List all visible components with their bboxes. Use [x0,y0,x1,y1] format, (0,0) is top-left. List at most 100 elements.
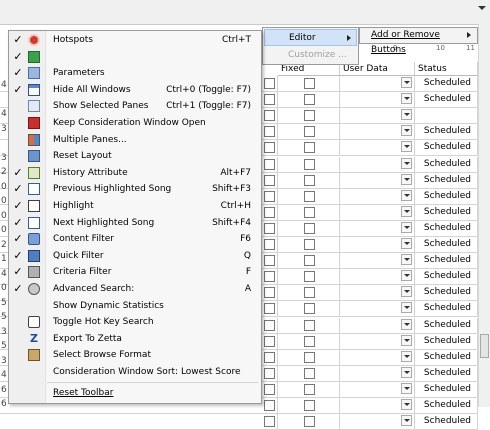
fixed-checkbox-partial[interactable] [264,255,275,267]
fixed-checkbox-partial[interactable] [264,367,275,379]
user-data-dropdown-icon[interactable] [401,350,412,362]
menu-item[interactable]: ✓ Previous Highlighted Song Shift+F3 [9,181,261,198]
fixed-checkbox[interactable] [304,400,315,411]
user-data-dropdown-icon[interactable] [401,382,412,394]
user-data-dropdown-icon[interactable] [401,109,412,121]
menu-item[interactable]: ✓ Criteria Filter F [9,264,261,281]
user-data-cell[interactable] [340,317,415,333]
fixed-checkbox-partial[interactable] [264,174,275,186]
fixed-checkbox[interactable] [304,222,315,234]
fixed-checkbox[interactable] [304,126,315,138]
user-data-dropdown-icon[interactable] [401,93,412,105]
menu-item[interactable]: Z Export To Zetta [9,331,261,348]
user-data-cell[interactable] [340,381,415,397]
fixed-checkbox[interactable] [304,239,315,250]
fixed-checkbox-partial[interactable] [264,239,275,250]
fixed-checkbox-partial[interactable] [264,287,275,299]
fixed-checkbox[interactable] [304,255,315,267]
user-data-cell[interactable] [340,285,415,301]
user-data-dropdown-icon[interactable] [401,189,412,201]
fixed-checkbox[interactable] [304,271,315,283]
fixed-checkbox-partial[interactable] [264,206,275,218]
fixed-checkbox[interactable] [304,383,315,395]
fixed-checkbox[interactable] [304,142,315,154]
user-data-cell[interactable] [340,398,415,413]
fixed-checkbox-partial[interactable] [264,319,275,331]
user-data-cell[interactable] [340,124,415,140]
user-data-cell[interactable] [340,140,415,156]
fixed-checkbox-partial[interactable] [264,142,275,154]
reset-toolbar-item[interactable]: Reset Toolbar [9,385,261,402]
user-data-cell[interactable] [340,349,415,365]
fixed-checkbox[interactable] [304,174,315,186]
user-data-dropdown-icon[interactable] [401,399,412,410]
user-data-dropdown-icon[interactable] [401,238,412,249]
user-data-dropdown-icon[interactable] [401,366,412,378]
user-data-dropdown-icon[interactable] [401,270,412,282]
fixed-checkbox[interactable] [304,367,315,379]
table-row[interactable]: Scheduled [0,414,478,430]
fixed-checkbox[interactable] [304,206,315,218]
fixed-checkbox[interactable] [304,287,315,299]
fixed-checkbox-partial[interactable] [264,351,275,363]
fixed-checkbox-partial[interactable] [264,271,275,283]
user-data-dropdown-icon[interactable] [401,254,412,266]
fixed-checkbox[interactable] [304,351,315,363]
user-data-cell[interactable] [340,301,415,317]
menu-item[interactable]: ✓ [9,49,261,66]
user-data-cell[interactable] [340,220,415,236]
fixed-checkbox[interactable] [304,190,315,202]
fixed-checkbox-partial[interactable] [264,78,275,89]
menu-item[interactable]: Select Browse Format [9,347,261,364]
fixed-checkbox-partial[interactable] [264,222,275,234]
fixed-checkbox[interactable] [304,416,315,428]
menu-item[interactable]: ✓ History Attribute Alt+F7 [9,165,261,182]
fixed-checkbox[interactable] [304,303,315,315]
user-data-cell[interactable] [340,333,415,349]
user-data-cell[interactable] [340,172,415,188]
fixed-checkbox-partial[interactable] [264,416,275,428]
user-data-cell[interactable] [340,414,415,430]
user-data-cell[interactable] [340,365,415,381]
fixed-checkbox-partial[interactable] [264,158,275,170]
fixed-checkbox[interactable] [304,78,315,89]
fixed-checkbox-partial[interactable] [264,110,275,122]
menu-item[interactable]: Show Dynamic Statistics [9,298,261,315]
menu-item[interactable]: Show Selected Panes Ctrl+1 (Toggle: F7) [9,98,261,115]
fixed-checkbox-partial[interactable] [264,94,275,106]
user-data-dropdown-icon[interactable] [401,157,412,169]
menu-item[interactable]: ✓ Advanced Search: A [9,281,261,298]
user-data-dropdown-icon[interactable] [401,173,412,185]
user-data-dropdown-icon[interactable] [401,205,412,217]
fixed-checkbox[interactable] [304,110,315,122]
fixed-checkbox-partial[interactable] [264,126,275,138]
user-data-cell[interactable] [340,237,415,252]
menu-item[interactable]: Toggle Hot Key Search [9,314,261,331]
editor-menu-item[interactable]: Editor [264,29,357,46]
user-data-dropdown-icon[interactable] [401,125,412,137]
menu-item[interactable]: ✓ Highlight Ctrl+H [9,198,261,215]
fixed-checkbox[interactable] [304,319,315,331]
fixed-checkbox[interactable] [304,158,315,170]
menu-item[interactable]: Consideration Window Sort: Lowest Score [9,364,261,381]
menu-item[interactable]: ✓ Parameters [9,65,261,82]
user-data-dropdown-icon[interactable] [401,77,412,88]
user-data-cell[interactable] [340,156,415,172]
fixed-checkbox-partial[interactable] [264,303,275,315]
menu-item[interactable]: Multiple Panes... [9,132,261,149]
fixed-checkbox-partial[interactable] [264,383,275,395]
menu-item[interactable]: ✓ Hide All Windows Ctrl+0 (Toggle: F7) [9,82,261,99]
user-data-dropdown-icon[interactable] [401,141,412,153]
scrollbar-thumb[interactable] [480,334,489,358]
menu-item[interactable]: Keep Consideration Window Open [9,115,261,132]
user-data-cell[interactable] [340,204,415,220]
toolbar-dropdown-icon[interactable] [478,6,486,10]
user-data-cell[interactable] [340,188,415,204]
user-data-dropdown-icon[interactable] [401,334,412,346]
user-data-cell[interactable] [340,92,415,108]
user-data-dropdown-icon[interactable] [401,286,412,298]
user-data-dropdown-icon[interactable] [401,302,412,314]
fixed-checkbox-partial[interactable] [264,400,275,411]
user-data-dropdown-icon[interactable] [401,221,412,233]
user-data-cell[interactable] [340,108,415,124]
